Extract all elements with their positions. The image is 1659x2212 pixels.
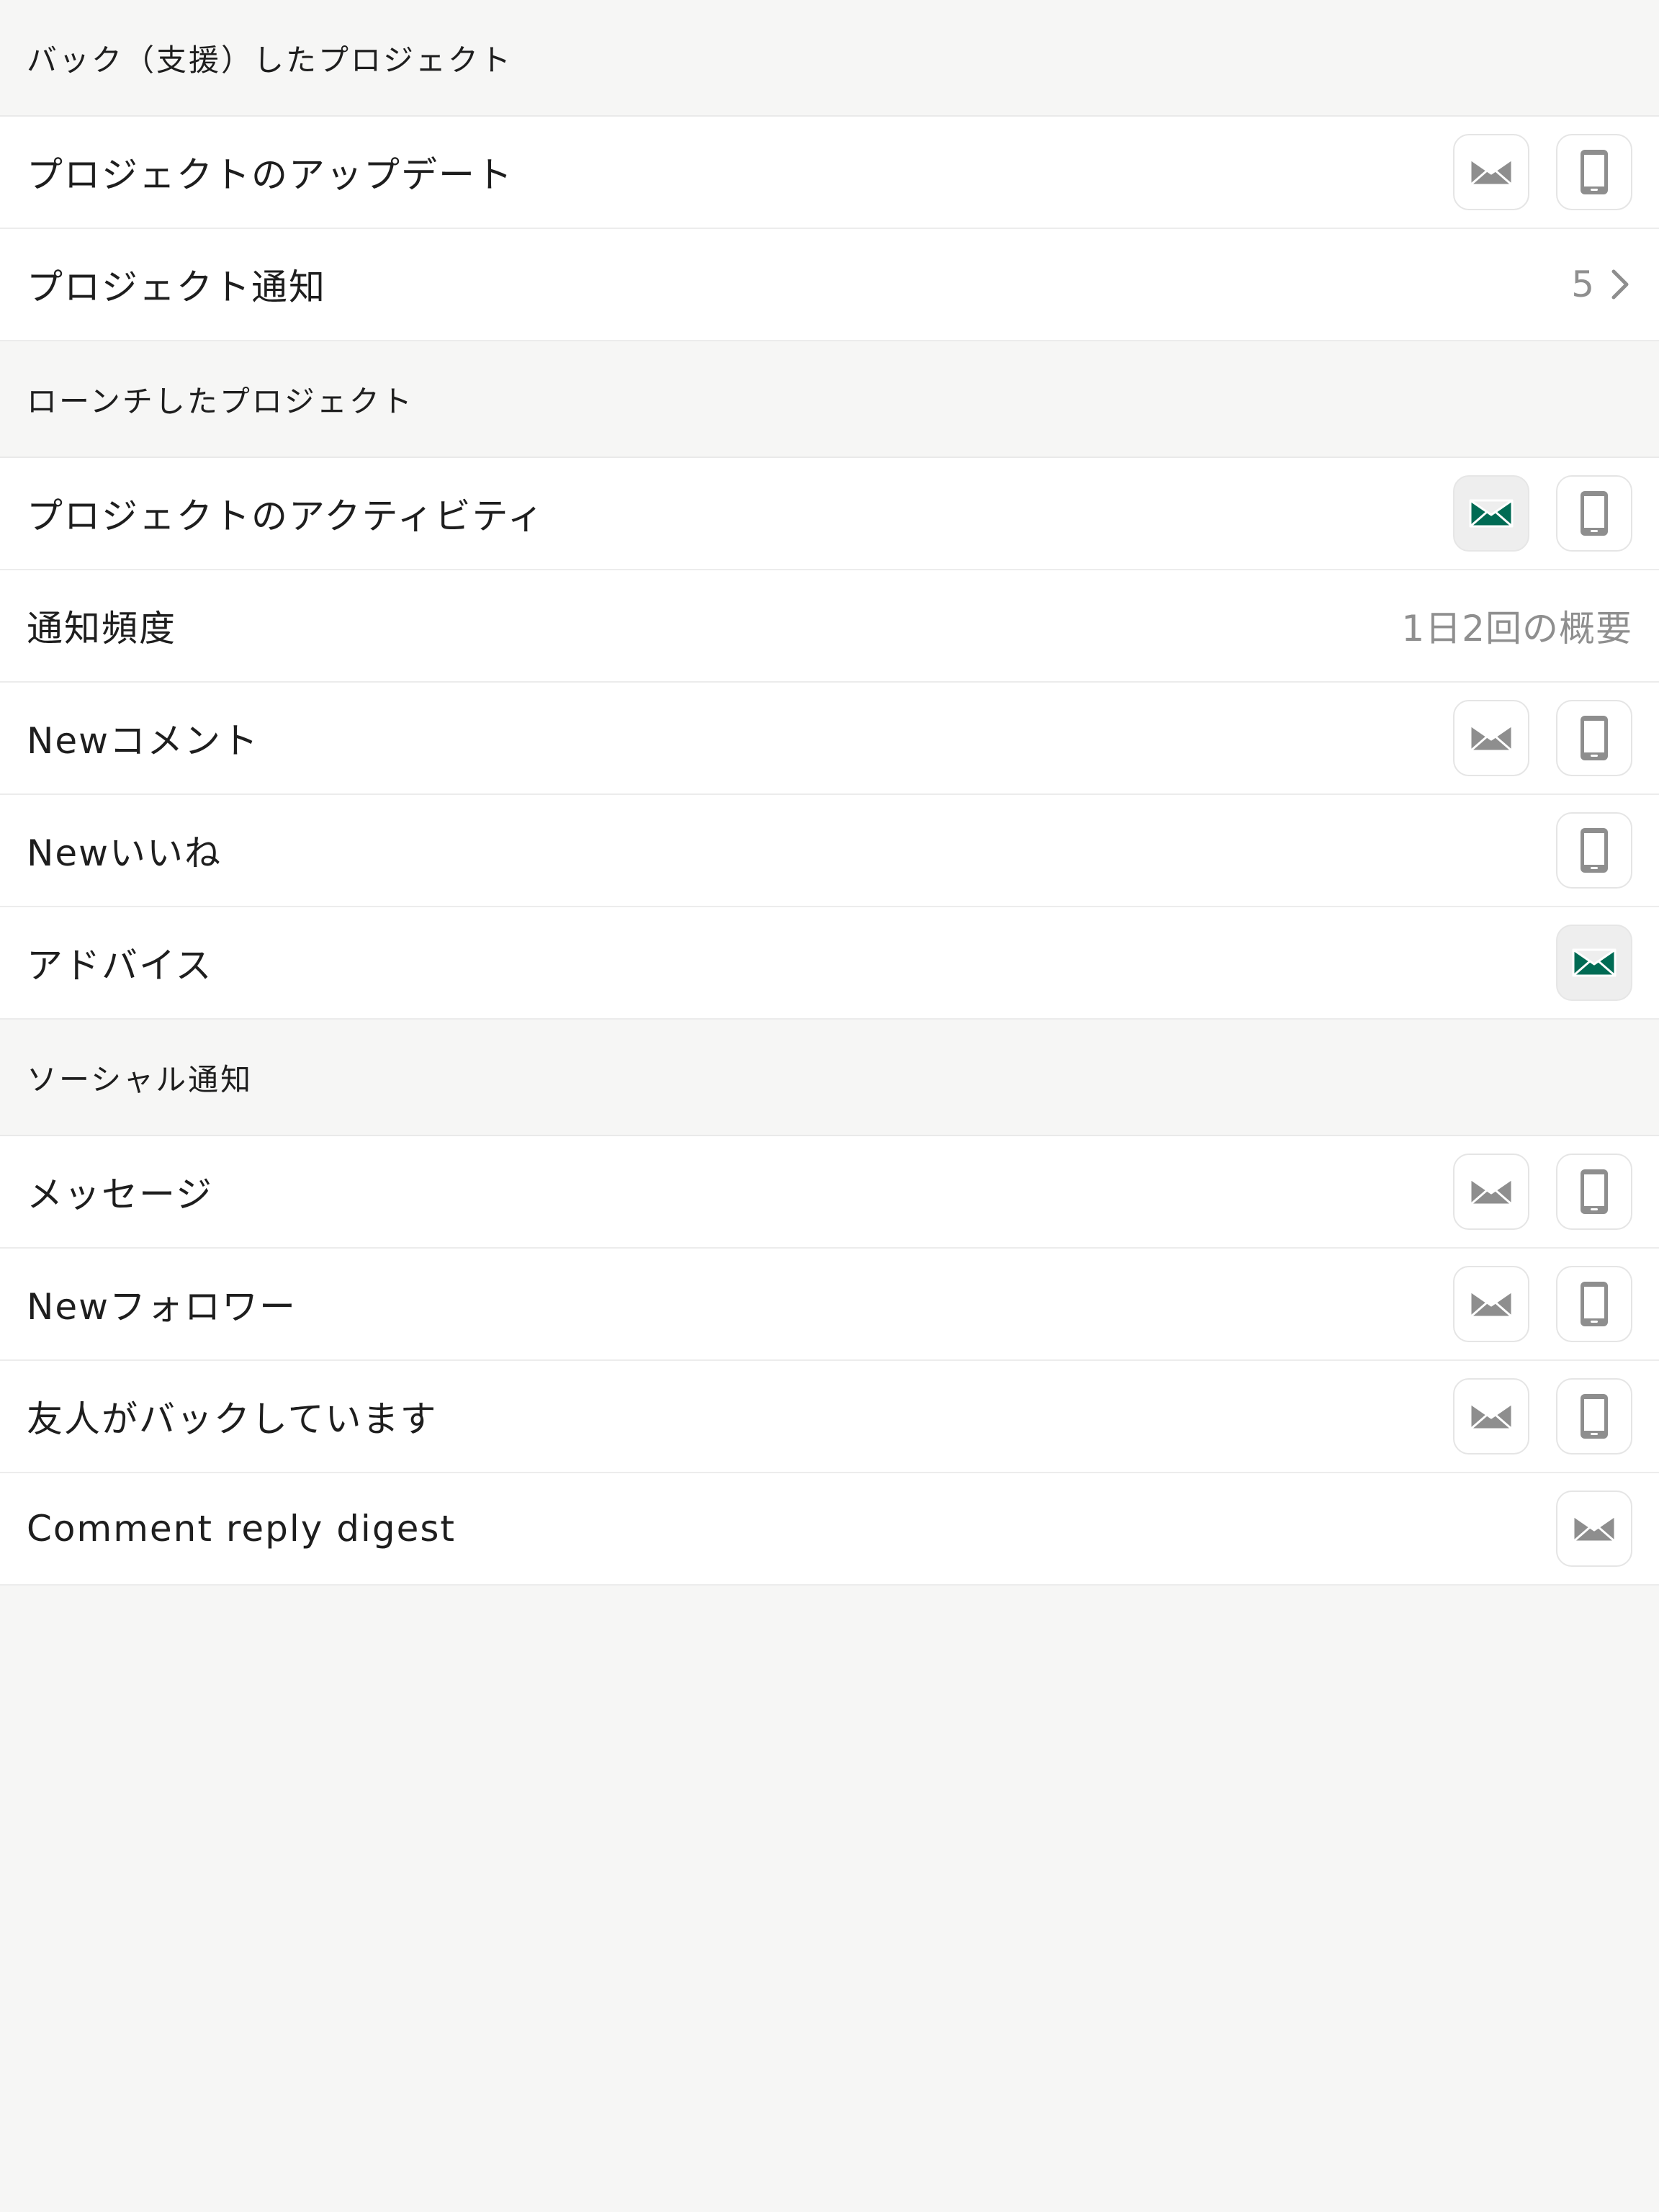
mail-icon (1469, 499, 1514, 528)
row-advice: アドバイス (0, 907, 1659, 1020)
toggle-group (1453, 700, 1632, 776)
mail-icon (1572, 1514, 1617, 1543)
section-header-label: ソーシャル通知 (27, 1061, 253, 1097)
toggle-group (1556, 925, 1632, 1001)
toggle-group (1453, 475, 1632, 552)
mail-icon (1469, 158, 1514, 186)
mobile-toggle[interactable] (1556, 1154, 1632, 1230)
email-toggle[interactable] (1453, 700, 1529, 776)
row-new-followers: Newフォロワー (0, 1249, 1659, 1361)
mobile-toggle[interactable] (1556, 1266, 1632, 1342)
row-label: 通知頻度 (27, 608, 176, 649)
row-label: アドバイス (27, 945, 213, 986)
row-label: プロジェクトのアップデート (27, 154, 513, 196)
toggle-group (1453, 1266, 1632, 1342)
section-header-social-notifications: ソーシャル通知 (0, 1020, 1659, 1136)
mobile-phone-icon (1581, 491, 1608, 536)
row-project-activity: プロジェクトのアクティビティ (0, 458, 1659, 570)
mobile-toggle[interactable] (1556, 812, 1632, 889)
notification-settings-list: バック（支援）したプロジェクト プロジェクトのアップデート プロジェクト通知 5… (0, 0, 1659, 1586)
row-label: Newいいね (27, 832, 222, 874)
mobile-phone-icon (1581, 1394, 1608, 1439)
mobile-phone-icon (1581, 1169, 1608, 1214)
row-label: プロジェクトのアクティビティ (27, 495, 545, 537)
row-label: Newフォロワー (27, 1286, 297, 1328)
row-label: プロジェクト通知 (27, 266, 326, 308)
mobile-phone-icon (1581, 716, 1608, 760)
email-toggle[interactable] (1556, 925, 1632, 1001)
mobile-toggle[interactable] (1556, 134, 1632, 210)
row-project-notifications[interactable]: プロジェクト通知 5 (0, 229, 1659, 341)
mobile-toggle[interactable] (1556, 475, 1632, 552)
mail-icon (1469, 1290, 1514, 1318)
email-toggle[interactable] (1453, 475, 1529, 552)
notification-count: 5 (1571, 264, 1595, 305)
toggle-group (1453, 1378, 1632, 1455)
toggle-group (1453, 134, 1632, 210)
mobile-phone-icon (1581, 150, 1608, 194)
count-wrap: 5 (1571, 264, 1632, 305)
email-toggle[interactable] (1453, 1266, 1529, 1342)
row-label: 友人がバックしています (27, 1398, 438, 1440)
frequency-value: 1日2回の概要 (1401, 608, 1632, 649)
email-toggle[interactable] (1453, 1378, 1529, 1455)
email-toggle[interactable] (1453, 134, 1529, 210)
mobile-toggle[interactable] (1556, 1378, 1632, 1455)
toggle-group (1556, 1491, 1632, 1567)
mobile-phone-icon (1581, 828, 1608, 873)
mail-icon (1469, 1177, 1514, 1206)
row-friend-backing: 友人がバックしています (0, 1361, 1659, 1473)
chevron-right-icon (1608, 266, 1632, 302)
toggle-group (1453, 1154, 1632, 1230)
mail-icon (1469, 724, 1514, 752)
mobile-toggle[interactable] (1556, 700, 1632, 776)
section-header-label: ローンチしたプロジェクト (27, 383, 414, 419)
toggle-group (1556, 812, 1632, 889)
row-comment-reply-digest: Comment reply digest (0, 1473, 1659, 1586)
row-messages: メッセージ (0, 1136, 1659, 1249)
row-label: Newコメント (27, 720, 260, 762)
row-project-updates: プロジェクトのアップデート (0, 117, 1659, 229)
email-toggle[interactable] (1556, 1491, 1632, 1567)
section-header-backed-projects: バック（支援）したプロジェクト (0, 0, 1659, 117)
section-header-launched-projects: ローンチしたプロジェクト (0, 341, 1659, 458)
mail-icon (1572, 948, 1617, 977)
row-notification-frequency[interactable]: 通知頻度 1日2回の概要 (0, 570, 1659, 683)
row-new-comments: Newコメント (0, 683, 1659, 795)
mobile-phone-icon (1581, 1282, 1608, 1326)
row-label: Comment reply digest (27, 1508, 456, 1550)
section-header-label: バック（支援）したプロジェクト (27, 42, 513, 78)
row-new-likes: Newいいね (0, 795, 1659, 907)
row-label: メッセージ (27, 1174, 213, 1215)
email-toggle[interactable] (1453, 1154, 1529, 1230)
mail-icon (1469, 1402, 1514, 1431)
